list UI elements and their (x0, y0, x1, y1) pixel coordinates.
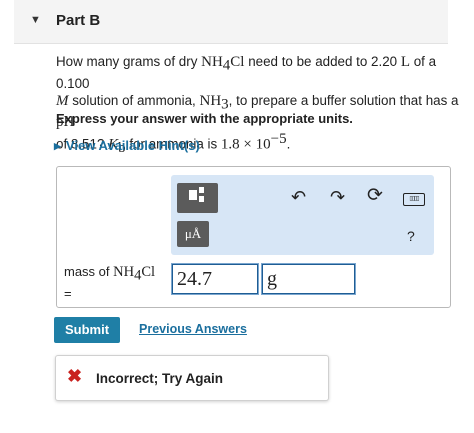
value-input[interactable] (172, 264, 258, 294)
reset-icon[interactable]: ⟳ (367, 186, 383, 205)
triangle-right-icon: ▶ (54, 141, 61, 151)
previous-answers-link[interactable]: Previous Answers (139, 322, 247, 336)
units-button[interactable]: μÅ (177, 221, 209, 247)
view-hints-link[interactable]: ▶ View Available Hint(s) (54, 138, 200, 153)
help-button[interactable]: ? (407, 227, 415, 245)
part-title: Part B (56, 12, 101, 29)
view-hints-label: View Available Hint(s) (65, 138, 200, 153)
answer-label: mass of NH4Cl = (64, 264, 156, 301)
templates-button[interactable] (177, 183, 218, 213)
feedback-box: ✖ Incorrect; Try Again (55, 355, 329, 401)
redo-icon[interactable]: ↷ (330, 188, 345, 206)
submit-button[interactable]: Submit (54, 317, 120, 343)
undo-icon[interactable]: ↶ (291, 188, 306, 206)
feedback-text: Incorrect; Try Again (96, 371, 224, 386)
math-toolbar: μÅ ↶ ↷ ⟳ ▯▯▯▯ ? (171, 175, 434, 255)
triangle-down-icon[interactable]: ▼ (30, 14, 41, 26)
x-icon: ✖ (67, 366, 83, 386)
instruction-text: Express your answer with the appropriate… (56, 111, 353, 126)
part-header[interactable]: ▼ Part B (14, 0, 448, 44)
answer-box: μÅ ↶ ↷ ⟳ ▯▯▯▯ ? mass of NH4Cl = (56, 166, 451, 308)
unit-input[interactable] (262, 264, 355, 294)
keyboard-icon[interactable]: ▯▯▯▯ (403, 193, 425, 206)
